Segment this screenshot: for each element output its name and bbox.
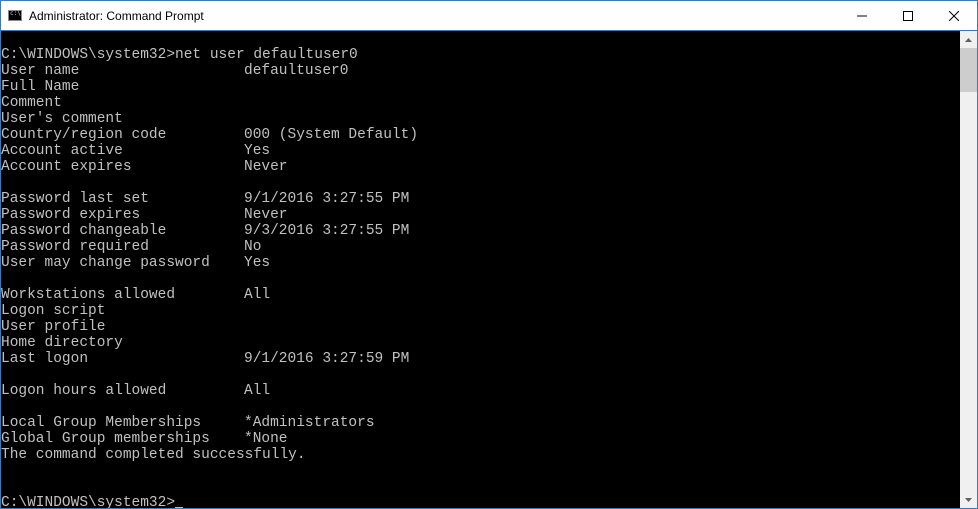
- close-button[interactable]: [931, 1, 977, 30]
- cmd-window: Administrator: Command Prompt C:\WINDOWS…: [0, 0, 978, 509]
- scroll-thumb[interactable]: [960, 48, 977, 92]
- title-left: Administrator: Command Prompt: [1, 8, 839, 24]
- minimize-button[interactable]: [839, 1, 885, 30]
- vertical-scrollbar[interactable]: [960, 31, 977, 508]
- titlebar[interactable]: Administrator: Command Prompt: [1, 1, 977, 31]
- maximize-button[interactable]: [885, 1, 931, 30]
- window-title: Administrator: Command Prompt: [29, 9, 204, 23]
- terminal-content: C:\WINDOWS\system32>net user defaultuser…: [1, 31, 960, 508]
- scroll-track[interactable]: [960, 48, 977, 491]
- scroll-down-button[interactable]: [960, 491, 977, 508]
- terminal-area[interactable]: C:\WINDOWS\system32>net user defaultuser…: [1, 31, 977, 508]
- scroll-up-button[interactable]: [960, 31, 977, 48]
- window-controls: [839, 1, 977, 30]
- cmd-icon: [7, 8, 23, 24]
